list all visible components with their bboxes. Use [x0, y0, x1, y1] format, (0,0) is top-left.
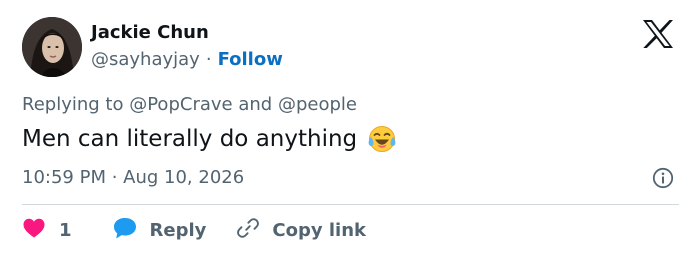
reply-label: Reply — [149, 219, 207, 241]
handle[interactable]: @sayhayjay — [91, 49, 200, 70]
timestamp[interactable]: 10:59 PM · Aug 10, 2026 — [22, 167, 244, 189]
tweet-text: Men can literally do anything — [22, 126, 358, 152]
face-with-tears-of-joy-icon — [367, 124, 397, 154]
mention-people[interactable]: @people — [278, 94, 357, 115]
like-count: 1 — [59, 219, 72, 241]
action-bar: 1 Reply Copy link — [22, 216, 366, 244]
x-logo-icon[interactable] — [641, 18, 675, 50]
like-button[interactable]: 1 — [22, 217, 72, 244]
mention-popcrave[interactable]: @PopCrave — [129, 94, 232, 115]
speech-bubble-icon — [112, 216, 138, 245]
tweet-body: Men can literally do anything — [22, 124, 397, 154]
separator-dot: · — [205, 49, 212, 70]
copy-link-label: Copy link — [272, 219, 366, 241]
info-icon[interactable] — [652, 167, 674, 189]
heart-icon — [22, 217, 46, 244]
reply-context: Replying to @PopCrave and @people — [22, 94, 357, 116]
display-name[interactable]: Jackie Chun — [91, 22, 209, 44]
follow-button[interactable]: Follow — [218, 49, 283, 70]
avatar[interactable] — [22, 17, 82, 77]
reply-button[interactable]: Reply — [112, 216, 207, 245]
divider — [22, 204, 679, 205]
reply-context-prefix: Replying to — [22, 94, 124, 115]
handle-row: @sayhayjay · Follow — [91, 48, 283, 72]
copy-link-button[interactable]: Copy link — [236, 216, 366, 245]
tweet-embed-card: Jackie Chun @sayhayjay · Follow Replying t… — [0, 0, 700, 256]
reply-context-conjunction: and — [238, 94, 273, 115]
link-icon — [236, 216, 260, 245]
